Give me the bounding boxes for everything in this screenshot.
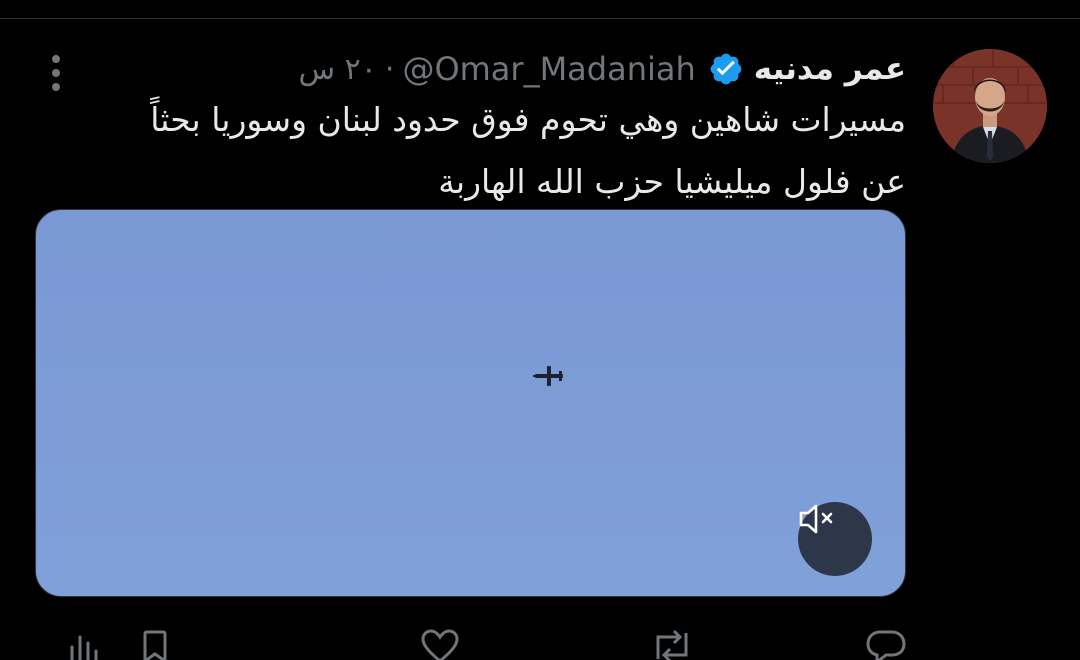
tweet-text-line-1: مسيرات شاهين وهي تحوم فوق حدود لبنان وسو… [150, 100, 906, 139]
analytics-icon [68, 629, 98, 660]
tweet-video[interactable] [35, 209, 906, 597]
bookmark-icon [140, 629, 170, 660]
analytics-button[interactable] [68, 629, 98, 660]
retweet-button[interactable] [650, 629, 694, 660]
verified-badge-icon [708, 51, 744, 87]
heart-icon [420, 629, 460, 660]
more-vertical-icon[interactable] [46, 54, 66, 94]
retweet-icon [650, 629, 694, 660]
tweet-text: مسيرات شاهين وهي تحوم فوق حدود لبنان وسو… [46, 89, 906, 213]
reply-button[interactable] [866, 629, 906, 660]
timestamp[interactable]: ٢٠ س [298, 52, 376, 87]
tweet[interactable]: عمر مدنيه @Omar_Madaniah · ٢٠ س مسيرات ش… [0, 19, 1080, 660]
sky-scene [533, 366, 563, 386]
reply-icon [866, 629, 906, 660]
bookmark-button[interactable] [140, 629, 170, 660]
separator-dot: · [384, 51, 395, 87]
handle[interactable]: @Omar_Madaniah [402, 50, 695, 88]
drone-silhouette [533, 366, 563, 386]
avatar[interactable] [933, 49, 1047, 163]
display-name[interactable]: عمر مدنيه [754, 51, 906, 87]
tweet-text-line-2: عن فلول ميليشيا حزب الله الهاربة [438, 162, 906, 201]
like-button[interactable] [420, 629, 460, 660]
mute-button[interactable] [798, 502, 872, 576]
tweet-actions [0, 629, 1080, 660]
